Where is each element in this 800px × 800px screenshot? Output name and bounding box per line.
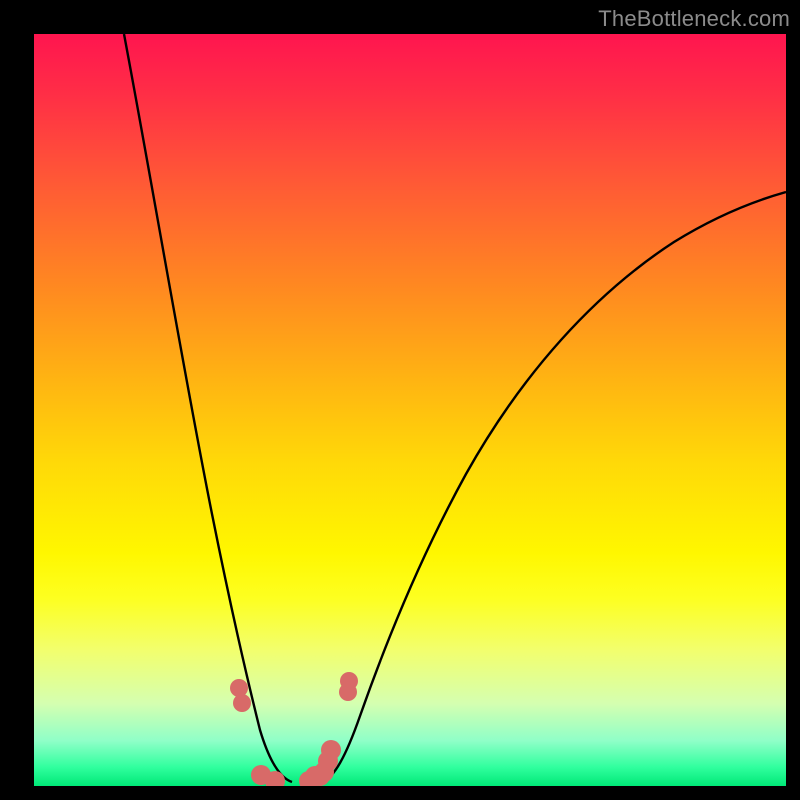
right-curve xyxy=(322,192,786,782)
marker-dot xyxy=(321,740,341,760)
marker-dot xyxy=(233,694,251,712)
watermark-text: TheBottleneck.com xyxy=(598,6,790,32)
plot-area xyxy=(34,34,786,786)
marker-dot xyxy=(340,672,358,690)
marker-dot xyxy=(230,679,248,697)
chart-frame: TheBottleneck.com xyxy=(0,0,800,800)
curve-layer xyxy=(34,34,786,786)
left-curve xyxy=(124,34,292,782)
